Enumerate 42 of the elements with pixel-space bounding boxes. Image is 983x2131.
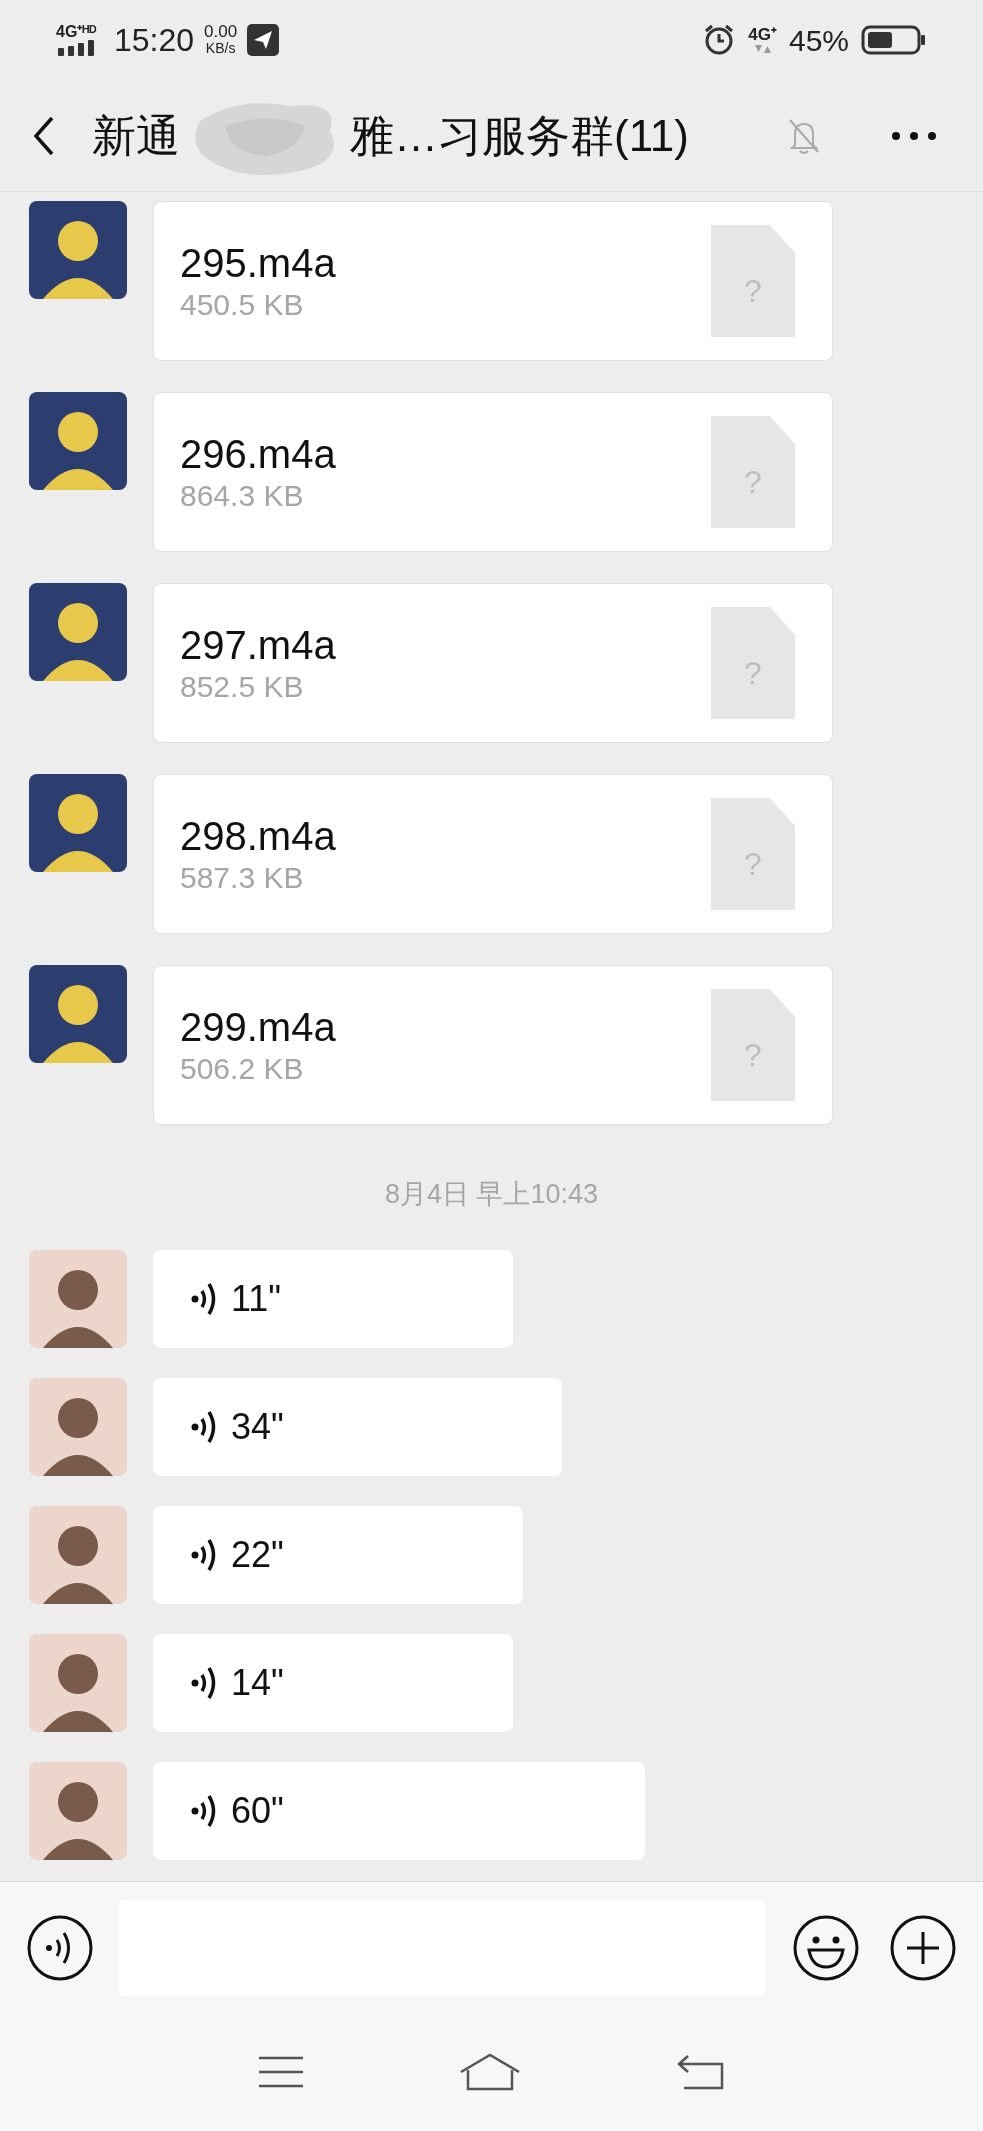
voice-message-bubble[interactable]: 34" (153, 1377, 562, 1476)
file-size: 587.3 KB (180, 860, 305, 896)
data-arrows-icon (752, 44, 773, 54)
file-icon-glyph: ? (744, 1036, 762, 1075)
voice-message-bubble[interactable]: 11" (153, 1249, 513, 1348)
menu-icon[interactable] (256, 2055, 305, 2089)
timestamp: 8月4日 早上10:43 (384, 1178, 599, 1211)
chat-title-end: 雅…习服务群(11) (350, 109, 689, 162)
voice-message-bubble[interactable]: 22" (153, 1505, 523, 1604)
chat-title-start: 新通 (92, 109, 180, 162)
battery-percent: 45% (788, 22, 849, 59)
file-icon-glyph: ? (744, 654, 762, 693)
speed-unit: KB/s (205, 40, 236, 57)
clock: 15:20 (114, 21, 195, 60)
file-name: 298.m4a (180, 813, 337, 860)
file-message-bubble[interactable]: 296.m4a 864.3 KB ? (153, 392, 833, 552)
send-icon (247, 24, 280, 56)
file-name: 295.m4a (180, 240, 337, 287)
voice-message-bubble[interactable]: 60" (153, 1761, 645, 1860)
file-size: 852.5 KB (180, 669, 305, 705)
emoji-icon[interactable] (793, 1914, 859, 1981)
file-icon-glyph: ? (744, 463, 762, 502)
file-size: 450.5 KB (180, 287, 305, 323)
network-label: 4G⁺ᴴᴰ (56, 24, 97, 40)
file-name: 299.m4a (180, 1004, 337, 1051)
file-icon-glyph: ? (744, 272, 762, 311)
file-message-bubble[interactable]: 298.m4a 587.3 KB ? (153, 774, 833, 934)
file-message-bubble[interactable]: 297.m4a 852.5 KB ? (153, 583, 833, 743)
mobile-data-label: 4G⁺ (748, 26, 777, 44)
voice-input-icon[interactable] (27, 1914, 93, 1981)
file-message-bubble[interactable]: 295.m4a 450.5 KB ? (153, 201, 833, 361)
file-size: 506.2 KB (180, 1051, 305, 1087)
file-message-bubble[interactable]: 299.m4a 506.2 KB ? (153, 965, 833, 1125)
file-name: 296.m4a (180, 431, 337, 478)
speed-value: 0.00 (204, 23, 238, 40)
file-size: 864.3 KB (180, 478, 305, 514)
voice-message-bubble[interactable]: 14" (153, 1633, 513, 1732)
file-icon-glyph: ? (744, 845, 762, 884)
file-name: 297.m4a (180, 622, 337, 669)
more-icon[interactable] (891, 130, 937, 141)
battery-icon (861, 25, 927, 55)
add-icon[interactable] (890, 1914, 956, 1981)
